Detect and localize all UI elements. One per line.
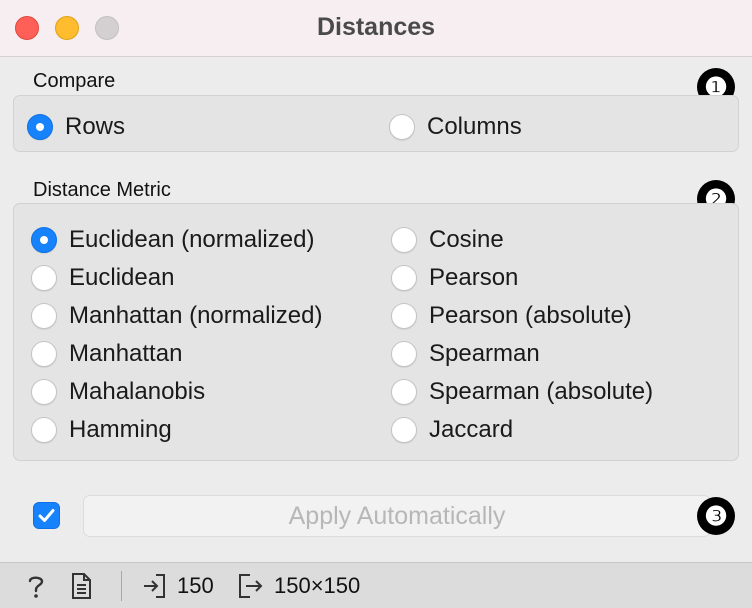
radio-pearson[interactable]: Pearson: [391, 263, 518, 293]
help-icon[interactable]: [22, 572, 50, 600]
radio-manhattan-normalized[interactable]: Manhattan (normalized): [31, 301, 322, 331]
status-separator: [121, 571, 122, 601]
radio-indicator[interactable]: [31, 303, 57, 329]
radio-spearman-absolute[interactable]: Spearman (absolute): [391, 377, 653, 407]
radio-euclidean[interactable]: Euclidean: [31, 263, 174, 293]
distance-metric-box: Euclidean (normalized) Euclidean Manhatt…: [13, 203, 739, 461]
radio-indicator[interactable]: [31, 379, 57, 405]
radio-euclidean-normalized[interactable]: Euclidean (normalized): [31, 225, 314, 255]
radio-rows-label: Rows: [65, 113, 126, 140]
callout-badge-3: ❸: [697, 497, 735, 535]
radio-label: Mahalanobis: [69, 378, 206, 405]
distance-metric-label: Distance Metric: [33, 179, 171, 201]
compare-label: Compare: [33, 70, 116, 92]
radio-columns-indicator[interactable]: [389, 114, 415, 140]
radio-indicator[interactable]: [391, 341, 417, 367]
radio-indicator[interactable]: [31, 227, 57, 253]
radio-manhattan[interactable]: Manhattan: [31, 339, 182, 369]
status-bar: 150 150×150: [0, 562, 752, 608]
input-count: 150: [177, 573, 214, 598]
title-bar: Distances: [0, 0, 752, 57]
radio-label: Spearman: [429, 340, 540, 367]
radio-label: Manhattan (normalized): [69, 302, 323, 329]
radio-rows[interactable]: Rows: [27, 112, 125, 142]
radio-indicator[interactable]: [31, 417, 57, 443]
radio-label: Manhattan: [69, 340, 183, 367]
radio-label: Spearman (absolute): [429, 378, 654, 405]
radio-indicator[interactable]: [391, 417, 417, 443]
radio-indicator[interactable]: [391, 303, 417, 329]
radio-label: Jaccard: [429, 416, 514, 443]
radio-label: Pearson: [429, 264, 519, 291]
input-icon: [144, 574, 165, 598]
radio-label: Hamming: [69, 416, 172, 443]
window-title: Distances: [316, 13, 436, 41]
radio-label: Euclidean (normalized): [69, 226, 315, 253]
radio-label: Pearson (absolute): [429, 302, 632, 329]
radio-columns[interactable]: Columns: [389, 112, 522, 142]
output-size: 150×150: [274, 573, 361, 598]
apply-automatically-checkbox[interactable]: [33, 502, 60, 529]
radio-indicator[interactable]: [391, 265, 417, 291]
distances-window: Distances Compare ❶ Rows Columns Distanc…: [0, 0, 752, 608]
radio-jaccard[interactable]: Jaccard: [391, 415, 513, 445]
radio-indicator[interactable]: [391, 379, 417, 405]
radio-cosine[interactable]: Cosine: [391, 225, 504, 255]
radio-hamming[interactable]: Hamming: [31, 415, 172, 445]
compare-box: Rows Columns: [13, 95, 739, 152]
radio-label: Cosine: [429, 226, 504, 253]
apply-button[interactable]: Apply Automatically: [83, 495, 711, 537]
output-icon: [239, 574, 263, 598]
checkmark-icon: [38, 509, 55, 522]
radio-rows-indicator[interactable]: [27, 114, 53, 140]
apply-button-label: Apply Automatically: [288, 501, 506, 530]
radio-label: Euclidean: [69, 264, 175, 291]
radio-pearson-absolute[interactable]: Pearson (absolute): [391, 301, 632, 331]
radio-indicator[interactable]: [391, 227, 417, 253]
radio-columns-label: Columns: [427, 113, 522, 140]
report-icon[interactable]: [67, 572, 95, 600]
radio-spearman[interactable]: Spearman: [391, 339, 540, 369]
radio-indicator[interactable]: [31, 265, 57, 291]
radio-mahalanobis[interactable]: Mahalanobis: [31, 377, 205, 407]
radio-indicator[interactable]: [31, 341, 57, 367]
